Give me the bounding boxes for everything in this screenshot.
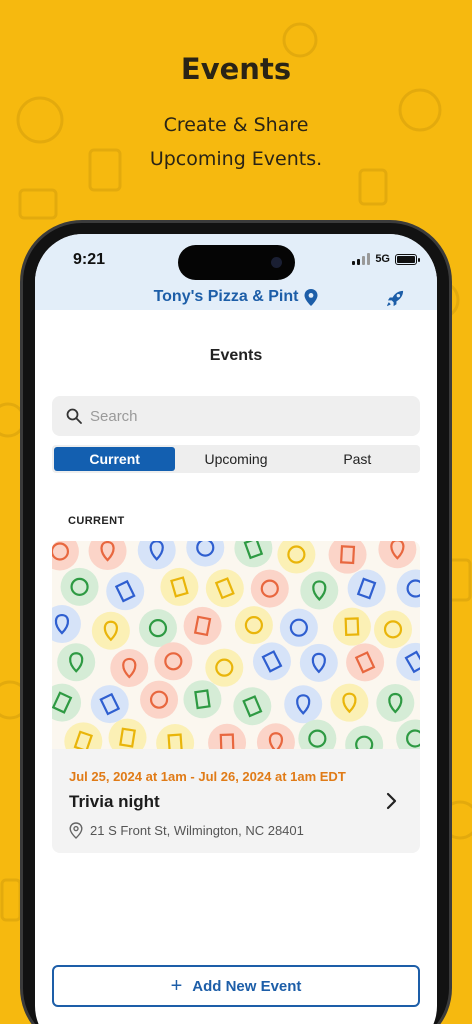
section-label: CURRENT — [68, 515, 125, 527]
chevron-right-icon[interactable] — [386, 792, 398, 810]
top-bar: 9:21 5G Tony's Pizza & Pint — [35, 234, 437, 310]
search-icon — [66, 408, 82, 424]
network-label: 5G — [375, 253, 390, 265]
event-card[interactable]: Jul 25, 2024 at 1am - Jul 26, 2024 at 1a… — [52, 541, 420, 853]
event-address-row: 21 S Front St, Wilmington, NC 28401 — [69, 822, 304, 839]
search-input[interactable]: Search — [52, 396, 420, 436]
event-image — [52, 541, 420, 749]
promo-subtitle-line1: Create & Share — [163, 114, 309, 136]
status-time: 9:21 — [73, 251, 106, 268]
add-new-event-button[interactable]: + Add New Event — [52, 965, 420, 1007]
event-title: Trivia night — [69, 792, 160, 811]
battery-icon — [395, 253, 420, 265]
tab-current[interactable]: Current — [54, 447, 176, 471]
promo-subtitle-line2: Upcoming Events. — [149, 148, 323, 170]
dynamic-island — [178, 245, 295, 280]
signal-icon — [352, 253, 371, 265]
page-title: Events — [209, 347, 263, 364]
promo-title: Events — [180, 52, 292, 86]
tab-past[interactable]: Past — [297, 447, 418, 471]
status-indicators: 5G — [352, 253, 420, 265]
event-filter-tabs: Current Upcoming Past — [52, 445, 420, 473]
event-date: Jul 25, 2024 at 1am - Jul 26, 2024 at 1a… — [69, 769, 346, 784]
event-address: 21 S Front St, Wilmington, NC 28401 — [90, 823, 304, 838]
location-pin-icon — [69, 822, 83, 839]
venue-selector[interactable]: Tony's Pizza & Pint — [35, 288, 437, 306]
rocket-icon[interactable] — [386, 289, 405, 308]
map-pin-icon — [304, 288, 318, 306]
add-new-event-label: Add New Event — [192, 977, 302, 995]
app-screen: 9:21 5G Tony's Pizza & Pint Events Searc… — [35, 234, 437, 1024]
search-placeholder: Search — [90, 407, 138, 425]
tab-upcoming[interactable]: Upcoming — [175, 447, 296, 471]
venue-name: Tony's Pizza & Pint — [153, 288, 299, 305]
plus-icon: + — [170, 975, 183, 997]
